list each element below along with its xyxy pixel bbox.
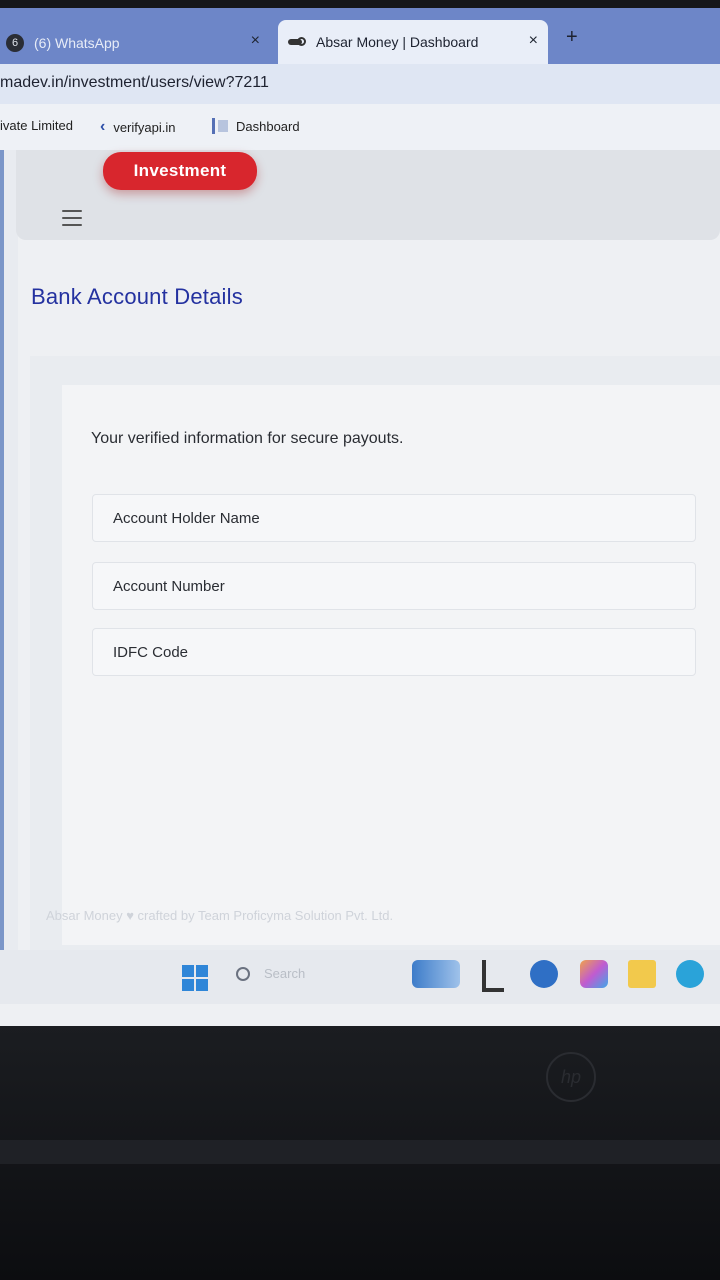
close-icon[interactable]: × [251, 32, 260, 50]
field-label: Account Number [113, 577, 225, 595]
laptop-hinge [0, 1140, 720, 1164]
bookmark-label: ivate Limited [0, 118, 73, 133]
tab-title: (6) WhatsApp [34, 35, 120, 51]
search-placeholder: Search [264, 966, 306, 981]
page-title: Bank Account Details [31, 284, 243, 309]
tab-title: Absar Money | Dashboard [316, 34, 479, 50]
bookmark-item[interactable]: ivate Limited [0, 118, 73, 133]
app-icon[interactable] [482, 960, 504, 992]
hp-app-icon[interactable] [530, 960, 558, 988]
card-subtitle: Your verified information for secure pay… [91, 430, 404, 447]
bookmark-label: Dashboard [236, 118, 300, 134]
tab-dashboard[interactable]: Absar Money | Dashboard × [278, 20, 548, 64]
investment-button[interactable]: Investment [103, 152, 257, 190]
dashboard-icon [212, 118, 228, 134]
new-tab-button[interactable]: + [566, 26, 578, 49]
url-text[interactable]: madev.in/investment/users/view?7211 [0, 74, 269, 92]
bookmark-verifyapi[interactable]: ‹ verifyapi.in [100, 118, 175, 136]
footer-credit: Absar Money ♥ crafted by Team Proficyma … [46, 908, 394, 923]
os-taskbar [0, 950, 720, 1004]
close-icon[interactable]: × [529, 32, 538, 50]
edge-browser-icon[interactable] [676, 960, 704, 988]
account-holder-name-field[interactable]: Account Holder Name [92, 494, 696, 542]
weather-widget-icon[interactable] [412, 960, 460, 988]
field-label: Account Holder Name [113, 509, 260, 527]
tab-whatsapp[interactable]: 6 (6) WhatsApp × [0, 22, 272, 64]
windows-start-icon[interactable] [182, 965, 208, 991]
field-label: IDFC Code [113, 643, 189, 661]
hamburger-icon[interactable] [62, 210, 82, 226]
site-favicon-icon [288, 37, 306, 47]
bookmark-label: verifyapi.in [113, 119, 176, 135]
file-explorer-icon[interactable] [628, 960, 656, 988]
bookmark-dashboard[interactable]: Dashboard [212, 118, 300, 134]
bookmarks-bar: ivate Limited ‹ verifyapi.in Dashboard [0, 104, 720, 151]
notification-badge: 6 [6, 34, 24, 52]
copilot-icon[interactable] [580, 960, 608, 988]
idfc-code-field[interactable]: IDFC Code [92, 628, 696, 676]
chevron-left-icon: ‹ [100, 118, 106, 135]
hp-logo: hp [546, 1052, 596, 1102]
search-icon [236, 966, 250, 981]
taskbar-search[interactable]: Search [236, 966, 305, 981]
account-number-field[interactable]: Account Number [92, 562, 696, 610]
address-bar[interactable]: madev.in/investment/users/view?7211 [0, 64, 720, 105]
sidebar-edge [0, 150, 18, 970]
browser-tab-bar: 6 (6) WhatsApp × Absar Money | Dashboard… [0, 8, 720, 64]
